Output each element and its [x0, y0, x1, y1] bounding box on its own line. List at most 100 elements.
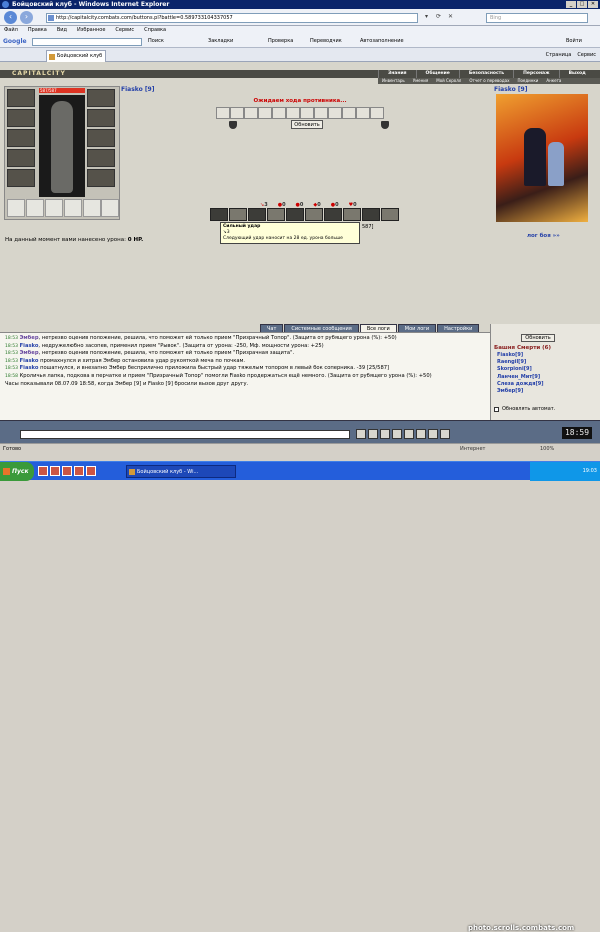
page-menu[interactable]: Страница	[546, 51, 572, 59]
enemy-name[interactable]: Fiasko [9]	[494, 86, 527, 93]
menu-favorites[interactable]: Избранное	[77, 26, 105, 35]
helmet-slot[interactable]	[7, 89, 35, 107]
google-search-button[interactable]: Поиск	[148, 35, 164, 48]
search-input[interactable]: Bing	[486, 13, 588, 23]
zoom-level[interactable]: 100%	[540, 444, 554, 454]
start-button[interactable]: Пуск	[0, 462, 34, 481]
zone-cell[interactable]	[356, 107, 370, 119]
trade-icon[interactable]	[428, 429, 438, 439]
nav-inventory[interactable]: Инвентарь	[378, 78, 409, 84]
slot-small-4[interactable]	[64, 199, 82, 217]
zone-cell[interactable]	[230, 107, 244, 119]
zone-cell[interactable]	[370, 107, 384, 119]
nav-knowledge[interactable]: Знания	[378, 70, 416, 78]
trick-icon[interactable]	[286, 208, 304, 221]
chat-input[interactable]	[20, 430, 350, 439]
quick-launch-icon[interactable]	[74, 466, 84, 476]
slot-small-1[interactable]	[7, 199, 25, 217]
clear-icon[interactable]	[368, 429, 378, 439]
refresh-icon[interactable]: ⟳	[434, 13, 443, 20]
user-item[interactable]: Ланчен_Мит[9]	[497, 374, 544, 381]
trick-icon[interactable]	[229, 208, 247, 221]
user-item[interactable]: Fiasko[9]	[497, 352, 544, 359]
taskbar-item-ie[interactable]: Бойцовский клуб - Wi...	[126, 465, 236, 478]
user-item[interactable]: Raengil[9]	[497, 359, 544, 366]
quick-launch-icon[interactable]	[86, 466, 96, 476]
zone-cell[interactable]	[244, 107, 258, 119]
trick-icon[interactable]	[267, 208, 285, 221]
google-search-input[interactable]	[32, 38, 142, 46]
room-refresh-button[interactable]: Обновить	[521, 334, 555, 342]
smile-icon[interactable]	[356, 429, 366, 439]
quick-launch-icon[interactable]	[62, 466, 72, 476]
user-item[interactable]: Слеза дождя[9]	[497, 381, 544, 388]
slot-small-5[interactable]	[83, 199, 101, 217]
zone-cell[interactable]	[258, 107, 272, 119]
gloves-slot[interactable]	[87, 89, 115, 107]
boots-slot[interactable]	[87, 169, 115, 187]
address-input[interactable]: http://capitalcity.combats.com/buttons.p…	[46, 13, 418, 23]
quick-launch-icon[interactable]	[38, 466, 48, 476]
nav-security[interactable]: Безопасность	[458, 70, 513, 78]
bookmarks-button[interactable]: Закладки	[208, 35, 233, 48]
player-name[interactable]: Fiasko [9]	[121, 86, 154, 93]
exit-icon[interactable]	[440, 429, 450, 439]
filter-icon[interactable]	[380, 429, 390, 439]
trick-icon[interactable]	[343, 208, 361, 221]
nav-social[interactable]: Общение	[415, 70, 459, 78]
menu-file[interactable]: Файл	[4, 26, 18, 35]
trick-icon[interactable]	[210, 208, 228, 221]
armor-slot[interactable]	[7, 149, 35, 167]
nav-scroll[interactable]: Мой Скролл	[432, 78, 465, 84]
settings-icon[interactable]	[416, 429, 426, 439]
zone-cell[interactable]	[342, 107, 356, 119]
auto-refresh-checkbox[interactable]	[494, 406, 499, 412]
nav-character[interactable]: Персонаж	[513, 70, 558, 78]
back-button[interactable]: ‹	[4, 11, 17, 24]
quick-launch-icon[interactable]	[50, 466, 60, 476]
nav-exit[interactable]: Выход	[558, 70, 595, 78]
google-login[interactable]: Войти	[566, 35, 582, 48]
translate-button[interactable]: Переводчик	[310, 35, 342, 48]
tab-game[interactable]: Бойцовский клуб	[46, 50, 106, 62]
trick-icon[interactable]	[305, 208, 323, 221]
check-button[interactable]: Проверка	[268, 35, 293, 48]
neck-slot[interactable]	[7, 109, 35, 127]
maximize-button[interactable]: □	[577, 1, 587, 8]
nav-battles[interactable]: Поединки	[513, 78, 542, 84]
user-item[interactable]: Skorpioni[9]	[497, 366, 544, 373]
zone-cell[interactable]	[216, 107, 230, 119]
menu-tools[interactable]: Сервис	[115, 26, 134, 35]
zone-cell[interactable]	[286, 107, 300, 119]
forward-button[interactable]: ›	[20, 11, 33, 24]
zone-cell[interactable]	[314, 107, 328, 119]
nav-profile[interactable]: Анкета	[542, 78, 565, 84]
slot-small-6[interactable]	[101, 199, 119, 217]
sound-icon[interactable]	[392, 429, 402, 439]
dropdown-icon[interactable]: ▾	[422, 13, 431, 20]
tools-menu[interactable]: Сервис	[577, 51, 596, 59]
autofill-button[interactable]: Автозаполнение	[360, 35, 404, 48]
trick-icon[interactable]	[248, 208, 266, 221]
legs-slot[interactable]	[87, 149, 115, 167]
battle-log-link[interactable]: лог боя »»	[527, 233, 560, 239]
zone-cell[interactable]	[328, 107, 342, 119]
user-item[interactable]: Эмбер[9]	[497, 388, 544, 395]
menu-edit[interactable]: Правка	[28, 26, 47, 35]
slot-small-2[interactable]	[26, 199, 44, 217]
minimize-button[interactable]: _	[566, 1, 576, 8]
weapon-slot[interactable]	[7, 129, 35, 147]
close-button[interactable]: ✕	[588, 1, 598, 8]
ring-slot[interactable]	[87, 109, 115, 127]
trick-icon[interactable]	[362, 208, 380, 221]
belt-slot[interactable]	[7, 169, 35, 187]
trick-icon[interactable]	[324, 208, 342, 221]
shield-slot[interactable]	[87, 129, 115, 147]
nav-transfers[interactable]: Отчет о переводах	[465, 78, 513, 84]
zone-cell[interactable]	[272, 107, 286, 119]
menu-help[interactable]: Справка	[144, 26, 166, 35]
zone-cell[interactable]	[300, 107, 314, 119]
slot-small-3[interactable]	[45, 199, 63, 217]
nav-skills[interactable]: Умения	[409, 78, 433, 84]
stop-icon[interactable]: ✕	[446, 13, 455, 20]
